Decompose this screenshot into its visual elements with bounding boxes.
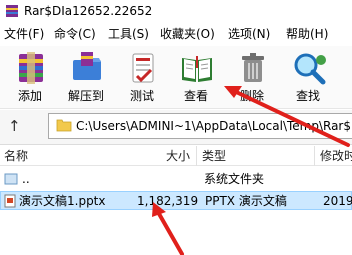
folder-icon xyxy=(56,119,72,132)
menu-options[interactable]: 选项(N) xyxy=(228,26,270,42)
row-type: PPTX 演示文稿 xyxy=(205,194,287,208)
test-button[interactable]: 测试 xyxy=(118,48,166,106)
row-name: 演示文稿1.pptx xyxy=(19,194,106,208)
delete-label: 删除 xyxy=(239,89,264,103)
column-header-size[interactable]: 大小 xyxy=(166,148,190,164)
up-folder-arrow-icon[interactable]: ↑ xyxy=(8,116,24,136)
menu-help[interactable]: 帮助(H) xyxy=(286,26,328,42)
extract-to-button[interactable]: 解压到 xyxy=(62,48,110,106)
find-label: 查找 xyxy=(295,89,320,103)
view-book-icon xyxy=(182,56,212,82)
test-icon xyxy=(132,53,154,83)
menu-tools[interactable]: 工具(S) xyxy=(108,26,149,42)
menu-commands[interactable]: 命令(C) xyxy=(54,26,96,42)
menu-file[interactable]: 文件(F) xyxy=(4,26,44,42)
window-title: Rar$DIa12652.22652 xyxy=(24,4,153,18)
delete-button[interactable]: 删除 xyxy=(228,48,276,106)
menu-favorites[interactable]: 收藏夹(O) xyxy=(160,26,215,42)
pptx-file-icon xyxy=(4,194,16,208)
row-size: 1,182,319 xyxy=(137,194,199,208)
column-header-type[interactable]: 类型 xyxy=(202,148,226,164)
winrar-app-icon xyxy=(6,5,18,17)
table-row-selected[interactable]: 演示文稿1.pptx 1,182,319 PPTX 演示文稿 2019 xyxy=(0,191,352,210)
view-button[interactable]: 查看 xyxy=(172,48,220,106)
table-row-parent[interactable]: .. 系统文件夹 xyxy=(0,170,352,189)
add-archive-icon xyxy=(19,52,43,84)
arrow-to-file xyxy=(156,210,184,255)
delete-trash-icon xyxy=(242,53,264,82)
column-header-name[interactable]: 名称 xyxy=(4,148,28,164)
row-name: .. xyxy=(22,172,30,186)
parent-folder-icon xyxy=(4,173,18,185)
column-separator[interactable] xyxy=(314,146,315,166)
row-modified: 2019 xyxy=(323,194,352,208)
add-button[interactable]: 添加 xyxy=(6,48,54,106)
column-header-modified[interactable]: 修改时 xyxy=(320,148,352,164)
row-type: 系统文件夹 xyxy=(204,172,265,186)
column-separator[interactable] xyxy=(196,146,197,166)
extract-to-label: 解压到 xyxy=(67,89,104,103)
address-path-text: C:\Users\ADMINI~1\AppData\Local\Temp\Rar… xyxy=(76,119,352,133)
view-label: 查看 xyxy=(183,89,208,103)
test-label: 测试 xyxy=(129,89,154,103)
add-label: 添加 xyxy=(17,89,42,103)
find-magnifier-icon xyxy=(294,53,326,85)
find-button[interactable]: 查找 xyxy=(284,48,332,106)
extract-to-icon xyxy=(73,52,101,80)
